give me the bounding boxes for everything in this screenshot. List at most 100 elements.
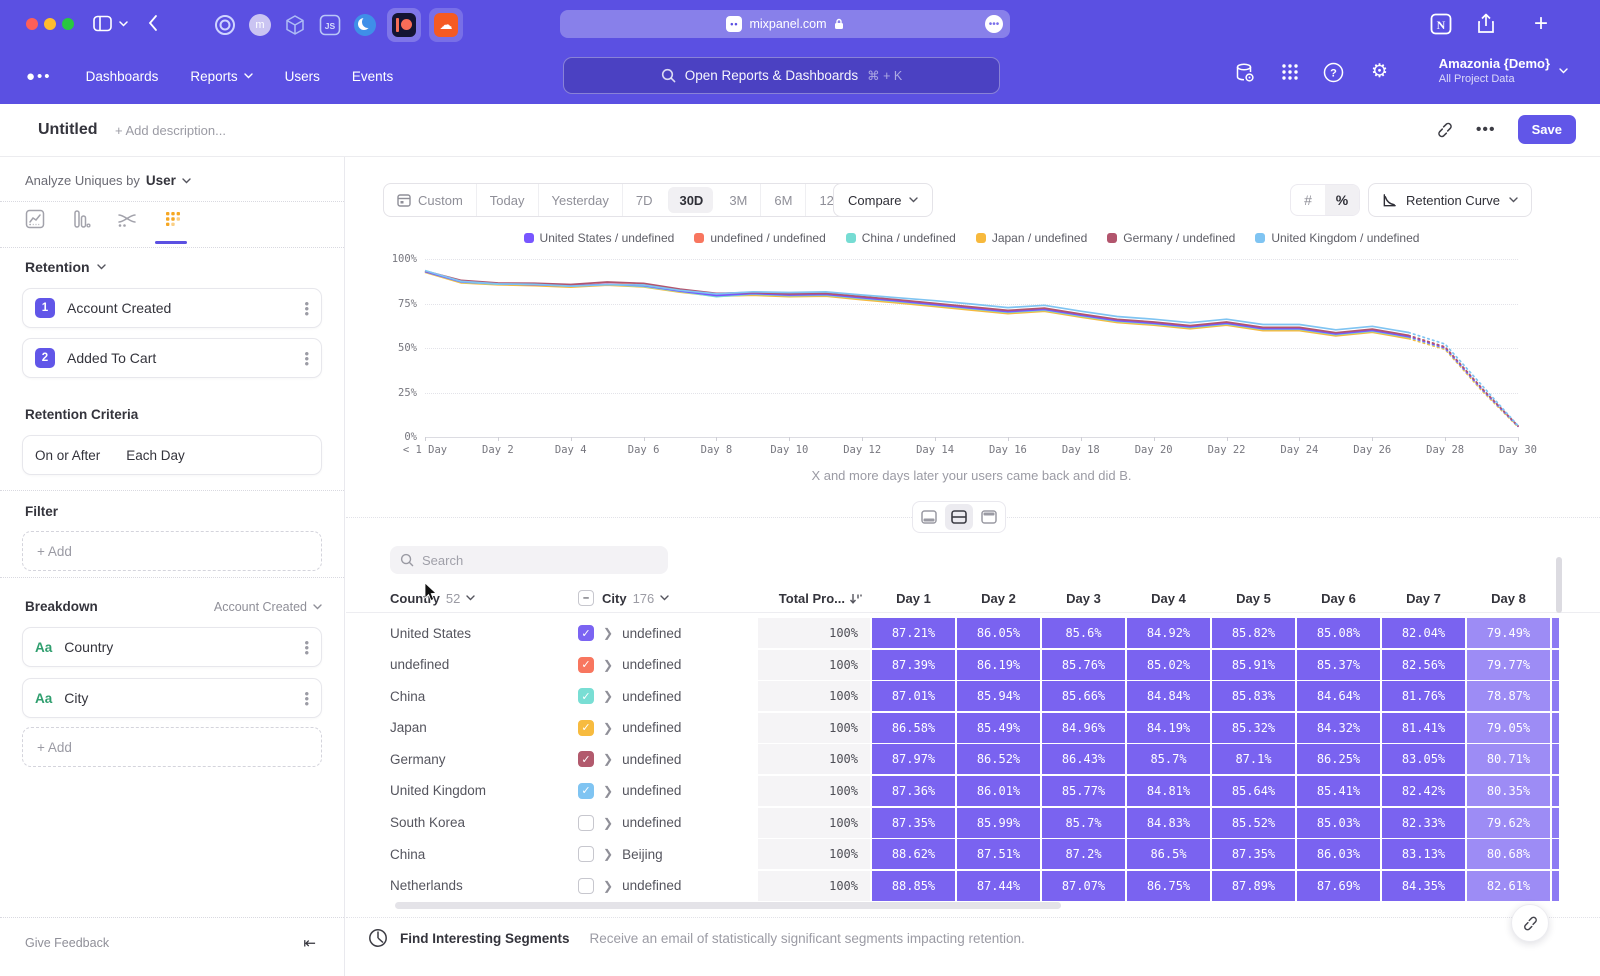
retention-cell[interactable]: 86.05%: [957, 618, 1040, 648]
retention-cell[interactable]: 87.89%: [1212, 871, 1295, 901]
retention-cell[interactable]: 84.19%: [1127, 713, 1210, 743]
row-checkbox[interactable]: ✓: [578, 657, 594, 673]
vertical-scrollbar[interactable]: [1556, 557, 1562, 613]
day-column-header[interactable]: Day 8: [1467, 591, 1550, 606]
retention-cell[interactable]: 82.04%: [1382, 618, 1465, 648]
avatar-extension-icon[interactable]: m: [245, 10, 275, 40]
tab-retention-icon[interactable]: [163, 209, 183, 229]
project-switcher[interactable]: Amazonia {Demo} All Project Data: [1439, 56, 1568, 85]
retention-cell[interactable]: 82.56%: [1382, 650, 1465, 680]
data-management-icon[interactable]: [1234, 62, 1256, 84]
retention-cell[interactable]: 78.87%: [1467, 681, 1550, 711]
step-event-name[interactable]: Added To Cart: [67, 350, 156, 366]
nav-events[interactable]: Events: [352, 69, 393, 84]
filter-add-button[interactable]: + Add: [22, 531, 322, 571]
retention-cell[interactable]: 85.76%: [1042, 650, 1125, 680]
breakdown-country[interactable]: Aa Country •••: [22, 627, 322, 667]
breakdown-property[interactable]: Country: [64, 639, 113, 655]
layout-chart-only-button[interactable]: [915, 504, 943, 530]
breakdown-scope-selector[interactable]: Account Created: [214, 600, 322, 614]
retention-cell[interactable]: 85.83%: [1212, 681, 1295, 711]
retention-cell[interactable]: 86.03%: [1297, 839, 1380, 869]
row-checkbox[interactable]: [578, 878, 594, 894]
table-search[interactable]: [390, 546, 668, 574]
day-column-header[interactable]: Day 6: [1297, 591, 1380, 606]
expand-row-icon[interactable]: ❯: [603, 626, 613, 640]
retention-chart[interactable]: 100%75%50%25%0%: [425, 259, 1518, 437]
retention-cell[interactable]: 88.62%: [872, 839, 955, 869]
country-column-header[interactable]: Country 52: [390, 591, 578, 606]
compare-button[interactable]: Compare: [833, 183, 933, 217]
row-checkbox[interactable]: [578, 815, 594, 831]
legend-item[interactable]: United States / undefined: [524, 231, 675, 245]
retention-cell[interactable]: 87.35%: [1212, 839, 1295, 869]
retention-cell[interactable]: 84.84%: [1127, 681, 1210, 711]
retention-cell[interactable]: 86.5%: [1127, 839, 1210, 869]
breakdown-property[interactable]: City: [64, 690, 88, 706]
retention-cell[interactable]: 87.51%: [957, 839, 1040, 869]
address-bar[interactable]: •• mixpanel.com •••: [560, 10, 1010, 38]
range-today[interactable]: Today: [476, 184, 538, 216]
retention-cell[interactable]: 85.52%: [1212, 808, 1295, 838]
city-column-header[interactable]: City 176: [602, 591, 758, 606]
tab-flows-icon[interactable]: [117, 209, 137, 229]
site-options-icon[interactable]: •••: [985, 15, 1003, 33]
criteria-interval[interactable]: Each Day: [126, 448, 185, 463]
retention-cell[interactable]: 87.2%: [1042, 839, 1125, 869]
retention-cell[interactable]: 81.41%: [1382, 713, 1465, 743]
nav-reports[interactable]: Reports: [190, 69, 252, 84]
horizontal-scrollbar[interactable]: [395, 902, 1061, 909]
legend-item[interactable]: United Kingdom / undefined: [1255, 231, 1419, 245]
retention-cell[interactable]: 84.83%: [1127, 808, 1210, 838]
absolute-numbers-toggle[interactable]: #: [1291, 185, 1325, 215]
range-3m[interactable]: 3M: [716, 184, 760, 216]
collapse-sidebar-icon[interactable]: ⇤: [303, 934, 316, 952]
row-checkbox[interactable]: ✓: [578, 751, 594, 767]
legend-item[interactable]: undefined / undefined: [694, 231, 825, 245]
add-description-button[interactable]: + Add description...: [115, 123, 226, 138]
retention-cell[interactable]: 87.1%: [1212, 744, 1295, 774]
globe-extension-icon[interactable]: [350, 10, 380, 40]
close-window-button[interactable]: [26, 18, 38, 30]
retention-cell[interactable]: 87.07%: [1042, 871, 1125, 901]
apps-grid-icon[interactable]: [1280, 62, 1300, 82]
retention-cell[interactable]: 87.01%: [872, 681, 955, 711]
retention-cell[interactable]: 83.05%: [1382, 744, 1465, 774]
day-column-header[interactable]: Day 5: [1212, 591, 1295, 606]
share-icon[interactable]: [1476, 12, 1496, 36]
legend-item[interactable]: Germany / undefined: [1107, 231, 1235, 245]
retention-cell[interactable]: 86.43%: [1042, 744, 1125, 774]
give-feedback-link[interactable]: Give Feedback: [25, 936, 109, 950]
range-custom[interactable]: Custom: [384, 184, 476, 216]
analyze-uniques-control[interactable]: Analyze Uniques by User: [25, 173, 191, 188]
retention-cell[interactable]: 80.71%: [1467, 744, 1550, 774]
back-icon[interactable]: [148, 14, 158, 32]
legend-item[interactable]: Japan / undefined: [976, 231, 1087, 245]
retention-cell[interactable]: 87.44%: [957, 871, 1040, 901]
expand-row-icon[interactable]: ❯: [603, 816, 613, 830]
kebab-menu-icon[interactable]: •••: [304, 691, 309, 706]
expand-row-icon[interactable]: ❯: [603, 752, 613, 766]
range-yesterday[interactable]: Yesterday: [538, 184, 622, 216]
zoom-window-button[interactable]: [62, 18, 74, 30]
row-checkbox[interactable]: ✓: [578, 720, 594, 736]
retention-cell[interactable]: 85.02%: [1127, 650, 1210, 680]
sidebar-toggle-icon[interactable]: [93, 15, 112, 32]
retention-cell[interactable]: 86.52%: [957, 744, 1040, 774]
nav-users[interactable]: Users: [285, 69, 320, 84]
retention-cell[interactable]: 86.01%: [957, 776, 1040, 806]
retention-cell[interactable]: 85.49%: [957, 713, 1040, 743]
criteria-condition[interactable]: On or After: [35, 448, 100, 463]
retention-cell[interactable]: 87.35%: [872, 808, 955, 838]
row-checkbox[interactable]: ✓: [578, 688, 594, 704]
kebab-menu-icon[interactable]: •••: [304, 640, 309, 655]
range-7d[interactable]: 7D: [622, 184, 666, 216]
expand-row-icon[interactable]: ❯: [603, 879, 613, 893]
analyze-value[interactable]: User: [146, 173, 176, 188]
retention-section-header[interactable]: Retention: [25, 259, 106, 275]
soundcloud-tab-icon[interactable]: ☁: [429, 8, 463, 42]
retention-cell[interactable]: 81.76%: [1382, 681, 1465, 711]
mixpanel-logo[interactable]: ●••: [26, 68, 52, 85]
breakdown-city[interactable]: Aa City •••: [22, 678, 322, 718]
row-checkbox[interactable]: ✓: [578, 783, 594, 799]
